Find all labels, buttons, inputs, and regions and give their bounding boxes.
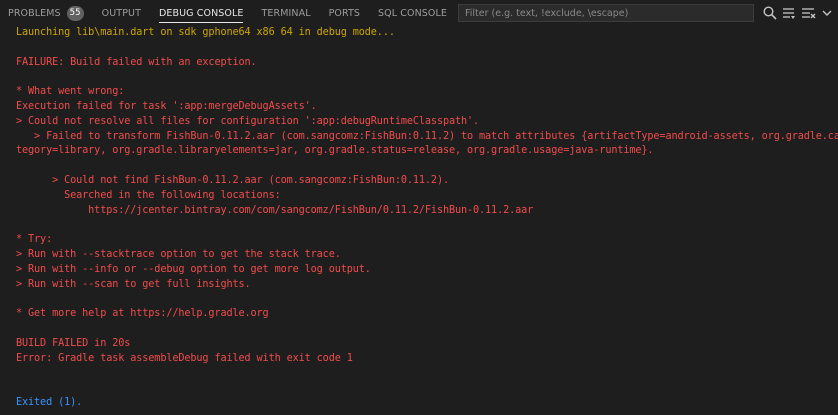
tab-output[interactable]: OUTPUT [102,0,141,26]
console-filter-input[interactable] [458,4,754,22]
debug-console-output: Launching lib\main.dart on sdk gphone64 … [16,26,838,411]
console-line: * Try: [16,234,53,246]
clear-console-icon[interactable] [800,5,816,21]
console-line: Exited (1). [16,396,83,408]
console-line: > Could not resolve all files for config… [16,115,480,127]
console-line: * What went wrong: [16,86,125,98]
tab-ports-label: PORTS [328,7,361,19]
debug-panel: PROBLEMS 55 OUTPUT DEBUG CONSOLE TERMINA… [0,0,838,415]
tab-problems-label: PROBLEMS [8,7,61,19]
tab-ports[interactable]: PORTS [329,0,360,26]
console-line: FAILURE: Build failed with an exception. [16,56,257,68]
console-line: Error: Gradle task assembleDebug failed … [16,352,353,364]
console-line: BUILD FAILED in 20s [16,337,131,349]
console-line: tegory=library, org.gradle.libraryelemen… [16,145,654,157]
chevron-icon[interactable] [819,5,835,21]
console-line: https://jcenter.bintray.com/com/sangcomz… [16,204,534,216]
tab-terminal-label: TERMINAL [261,7,311,19]
console-line: Launching lib\main.dart on sdk gphone64 … [16,27,395,38]
problems-count-badge: 55 [66,5,84,21]
tab-problems[interactable]: PROBLEMS 55 [8,0,84,26]
console-line: Execution failed for task ':app:mergeDeb… [16,100,317,112]
console-line: > Run with --scan to get full insights. [16,278,251,290]
console-line: > Could not find FishBun-0.11.2.aar (com… [16,174,449,186]
tab-debug-console-label: DEBUG CONSOLE [158,7,244,19]
tab-sql-console[interactable]: SQL CONSOLE [378,0,447,26]
search-icon[interactable] [762,5,778,21]
console-line: > Failed to transform FishBun-0.11.2.aar… [16,130,838,142]
console-line: * Get more help at https://help.gradle.o… [16,308,269,320]
console-line: > Run with --info or --debug option to g… [16,263,371,275]
console-line: > Run with --stacktrace option to get th… [16,248,341,260]
filter-list-icon[interactable] [781,5,797,21]
tab-debug-console[interactable]: DEBUG CONSOLE [158,0,244,26]
tab-output-label: OUTPUT [101,7,141,19]
tab-sql-console-label: SQL CONSOLE [378,7,447,19]
console-line: Searched in the following locations: [16,189,281,201]
tab-terminal[interactable]: TERMINAL [261,0,310,26]
